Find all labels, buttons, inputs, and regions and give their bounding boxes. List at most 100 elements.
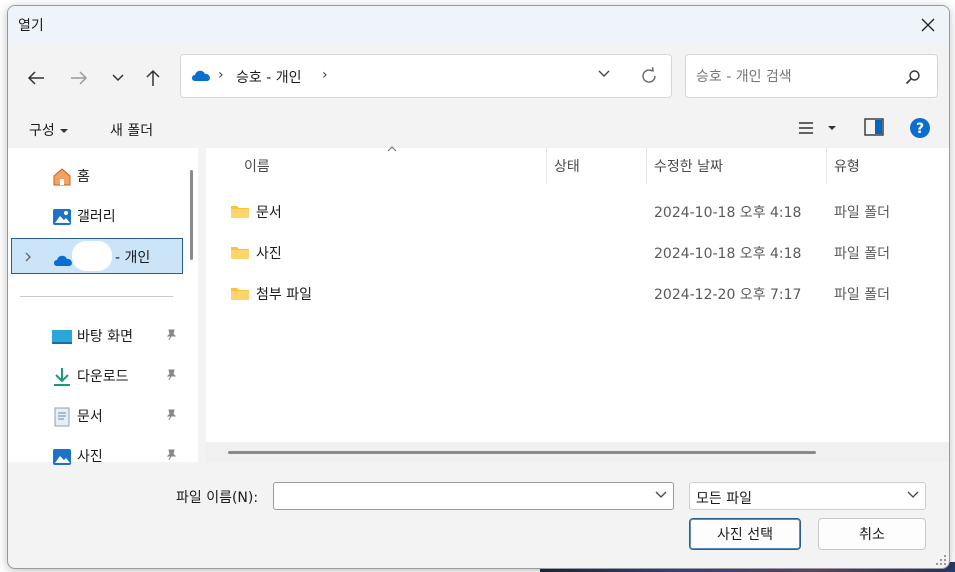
open-button[interactable]: 사진 선택 bbox=[689, 518, 801, 550]
expand-chevron-icon[interactable] bbox=[24, 251, 32, 263]
folder-icon bbox=[231, 247, 249, 259]
view-menu-button[interactable] bbox=[796, 118, 836, 142]
svg-text:?: ? bbox=[916, 121, 924, 137]
navigation-pane: 홈 갤러리 - 개인 바탕 화면 다운로드 문서 사진 bbox=[8, 148, 198, 465]
pin-icon[interactable] bbox=[165, 449, 177, 461]
file-modified: 2024-10-18 오후 4:18 bbox=[654, 205, 802, 221]
forward-button[interactable] bbox=[65, 64, 93, 92]
arrow-right-icon bbox=[71, 71, 88, 85]
download-icon bbox=[54, 368, 70, 386]
sort-ascending-icon bbox=[387, 146, 397, 152]
file-name: 사진 bbox=[256, 246, 282, 262]
nav-item-downloads[interactable]: 다운로드 bbox=[11, 358, 183, 394]
breadcrumb-separator-icon: › bbox=[218, 67, 224, 83]
chevron-down-icon bbox=[907, 491, 919, 498]
home-icon bbox=[53, 168, 71, 186]
nav-scrollbar[interactable] bbox=[190, 170, 193, 260]
file-modified: 2024-10-18 오후 4:18 bbox=[654, 246, 802, 262]
file-type: 파일 폴더 bbox=[834, 246, 890, 262]
nav-label: - 개인 bbox=[115, 250, 151, 266]
nav-divider bbox=[20, 296, 173, 297]
nav-item-pictures[interactable]: 사진 bbox=[11, 438, 183, 474]
redacted-name bbox=[72, 241, 112, 271]
filename-input[interactable] bbox=[280, 487, 640, 507]
address-bar[interactable]: › 승호 - 개인 › bbox=[180, 54, 672, 98]
nav-item-home[interactable]: 홈 bbox=[11, 158, 183, 194]
cancel-button[interactable]: 취소 bbox=[818, 518, 926, 550]
column-type[interactable]: 유형 bbox=[834, 156, 860, 176]
new-folder-button[interactable]: 새 폴더 bbox=[110, 120, 153, 140]
resize-grip-icon[interactable] bbox=[936, 555, 946, 565]
file-name: 첨부 파일 bbox=[256, 287, 312, 303]
file-list: 이름 상태 수정한 날짜 유형 문서 2024-10-18 오후 4:18 파일… bbox=[206, 146, 949, 462]
column-separator[interactable] bbox=[826, 148, 827, 184]
recent-locations-button[interactable] bbox=[104, 64, 132, 92]
nav-item-onedrive[interactable]: - 개인 bbox=[11, 238, 183, 274]
nav-label: 바탕 화면 bbox=[77, 329, 133, 345]
back-button[interactable] bbox=[22, 64, 50, 92]
nav-item-gallery[interactable]: 갤러리 bbox=[11, 198, 183, 234]
help-icon: ? bbox=[910, 118, 930, 138]
nav-label: 홈 bbox=[77, 169, 90, 185]
nav-item-desktop[interactable]: 바탕 화면 bbox=[11, 318, 183, 354]
pictures-icon bbox=[53, 449, 71, 465]
close-button[interactable] bbox=[913, 10, 943, 40]
organize-label: 구성 bbox=[29, 123, 55, 139]
document-icon bbox=[54, 407, 70, 427]
column-name[interactable]: 이름 bbox=[244, 156, 270, 176]
chevron-down-icon bbox=[112, 74, 124, 82]
breadcrumb-separator-icon[interactable]: › bbox=[322, 67, 328, 83]
column-status[interactable]: 상태 bbox=[554, 156, 580, 176]
window-title: 열기 bbox=[18, 18, 44, 34]
onedrive-icon bbox=[192, 70, 210, 81]
up-button[interactable] bbox=[139, 64, 167, 92]
preview-pane-icon bbox=[864, 118, 884, 136]
arrow-up-icon bbox=[146, 69, 160, 86]
pane-splitter[interactable] bbox=[198, 148, 206, 462]
desktop-icon bbox=[52, 330, 72, 344]
filetype-value: 모든 파일 bbox=[696, 491, 752, 507]
gallery-icon bbox=[53, 209, 71, 225]
file-row[interactable]: 첨부 파일 2024-12-20 오후 7:17 파일 폴더 bbox=[206, 275, 949, 311]
column-separator[interactable] bbox=[546, 148, 547, 184]
search-icon[interactable] bbox=[905, 69, 921, 85]
list-view-icon bbox=[799, 122, 836, 134]
chevron-down-icon[interactable] bbox=[655, 491, 667, 499]
nav-label: 다운로드 bbox=[77, 369, 129, 385]
file-row[interactable]: 문서 2024-10-18 오후 4:18 파일 폴더 bbox=[206, 193, 949, 229]
organize-button[interactable]: 구성 bbox=[29, 120, 69, 140]
horizontal-scrollbar-track[interactable] bbox=[206, 442, 949, 462]
horizontal-scrollbar-thumb[interactable] bbox=[228, 451, 816, 454]
breadcrumb-current[interactable]: 승호 - 개인 bbox=[236, 67, 301, 87]
pin-icon[interactable] bbox=[165, 409, 177, 421]
filetype-select[interactable]: 모든 파일 bbox=[689, 482, 926, 510]
column-separator[interactable] bbox=[646, 148, 647, 184]
folder-icon bbox=[231, 288, 249, 300]
folder-icon bbox=[231, 206, 249, 218]
preview-pane-button[interactable] bbox=[864, 118, 884, 140]
search-box[interactable] bbox=[685, 54, 938, 98]
command-bar: 구성 새 폴더 ? bbox=[8, 110, 949, 150]
filename-label: 파일 이름(N): bbox=[176, 490, 259, 506]
nav-item-documents[interactable]: 문서 bbox=[11, 398, 183, 434]
open-file-dialog: 열기 › 승호 - 개인 › 구성 새 폴더 bbox=[7, 5, 950, 569]
search-input[interactable] bbox=[696, 66, 896, 88]
file-row[interactable]: 사진 2024-10-18 오후 4:18 파일 폴더 bbox=[206, 234, 949, 270]
nav-label: 문서 bbox=[77, 409, 103, 425]
nav-label: 갤러리 bbox=[77, 209, 116, 225]
nav-label: 사진 bbox=[77, 449, 103, 465]
filename-field[interactable] bbox=[273, 482, 674, 510]
title-bar: 열기 bbox=[8, 6, 949, 44]
chevron-down-icon[interactable] bbox=[597, 69, 611, 79]
column-header-row: 이름 상태 수정한 날짜 유형 bbox=[206, 146, 949, 184]
arrow-left-icon bbox=[27, 71, 44, 85]
file-type: 파일 폴더 bbox=[834, 205, 890, 221]
file-type: 파일 폴더 bbox=[834, 287, 890, 303]
caret-down-icon bbox=[60, 129, 69, 133]
column-modified[interactable]: 수정한 날짜 bbox=[654, 156, 723, 176]
pin-icon[interactable] bbox=[165, 329, 177, 341]
help-button[interactable]: ? bbox=[909, 117, 931, 143]
content-area: 홈 갤러리 - 개인 바탕 화면 다운로드 문서 사진 이름 상태 수정한 날짜… bbox=[8, 146, 949, 465]
pin-icon[interactable] bbox=[165, 369, 177, 381]
refresh-icon[interactable] bbox=[639, 66, 659, 86]
